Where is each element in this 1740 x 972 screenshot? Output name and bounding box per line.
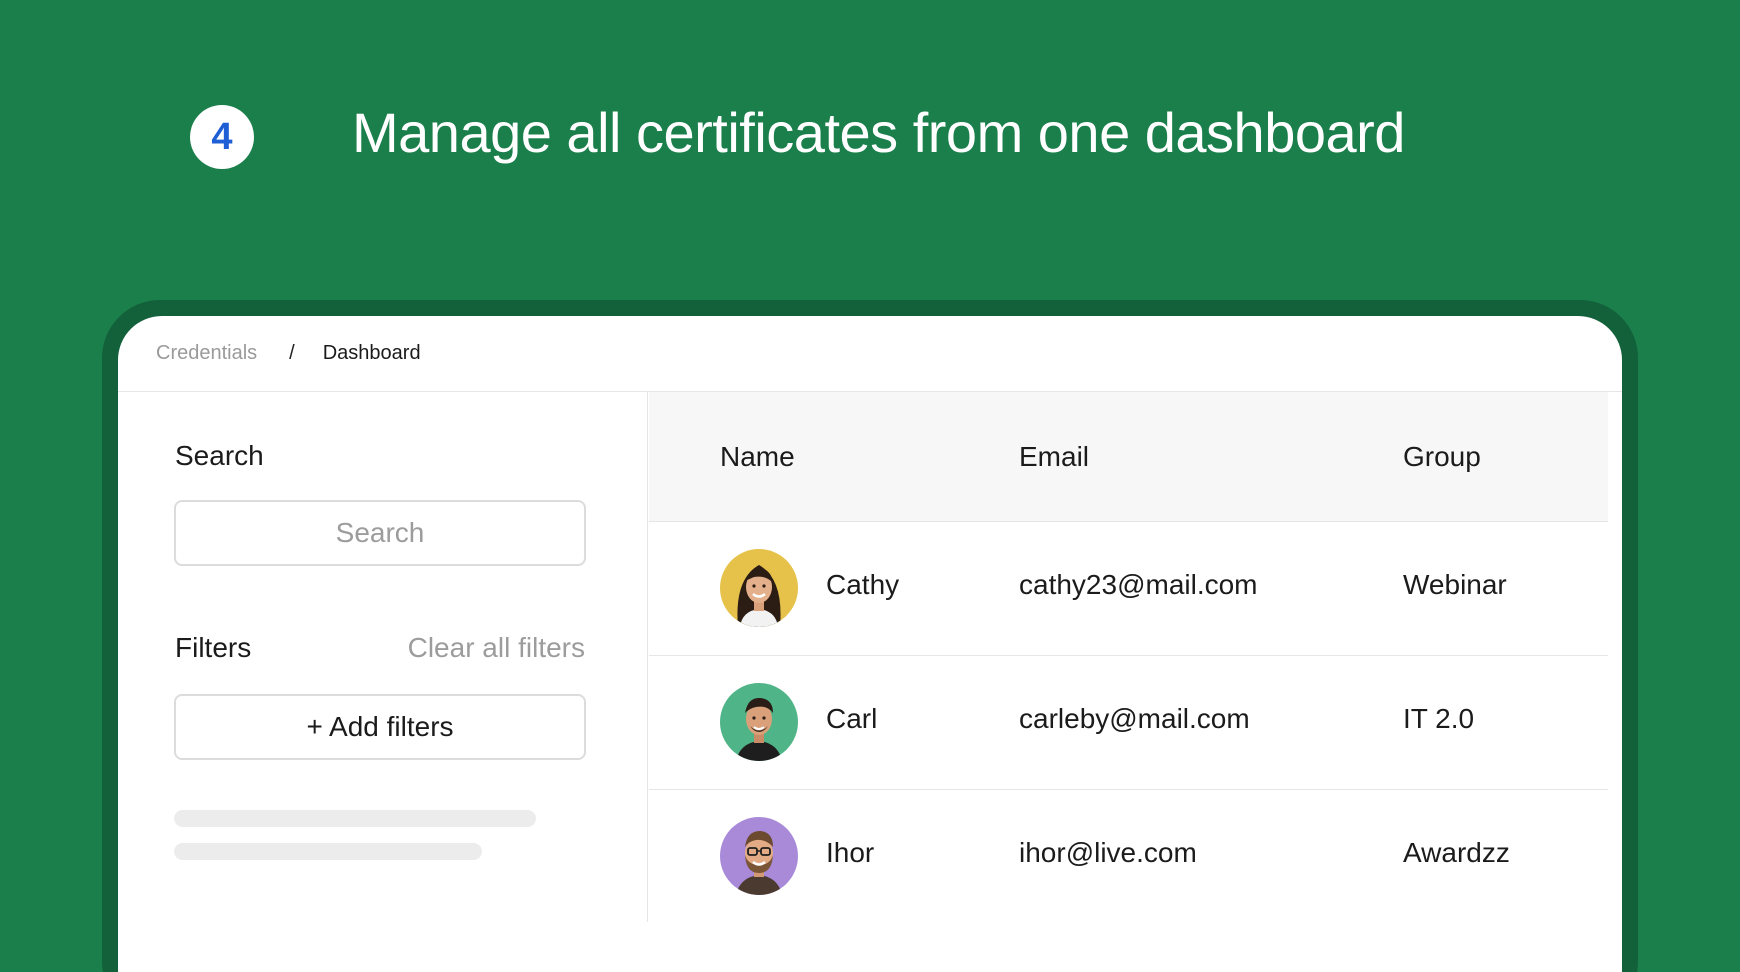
recipient-group: Webinar [1403, 569, 1507, 600]
recipient-name: Ihor [826, 837, 875, 868]
breadcrumb-separator: / [289, 342, 295, 364]
loading-placeholder-bar [174, 843, 482, 860]
recipients-table: Name Email Group Cathy cathy23@mail.com … [649, 392, 1608, 924]
column-header-email[interactable]: Email [1019, 441, 1089, 473]
column-header-name[interactable]: Name [720, 441, 795, 473]
dashboard-card: Credentials / Dashboard Search Filters C… [118, 316, 1622, 972]
breadcrumb: Credentials / Dashboard [156, 342, 421, 365]
bearded-man-portrait-icon [720, 817, 798, 895]
recipient-email: cathy23@mail.com [1019, 569, 1258, 600]
filter-sidebar: Search Filters Clear all filters + Add f… [118, 392, 648, 922]
table-row[interactable]: Ihor ihor@live.com Awardzz [649, 790, 1608, 924]
loading-placeholder-bar [174, 810, 536, 827]
avatar [720, 817, 798, 895]
recipient-name: Cathy [826, 569, 900, 600]
table-row[interactable]: Carl carleby@mail.com IT 2.0 [649, 656, 1608, 790]
filters-heading: Filters [175, 632, 252, 663]
man-portrait-icon [720, 683, 798, 761]
breadcrumb-credentials-link[interactable]: Credentials [156, 342, 257, 365]
column-header-group[interactable]: Group [1403, 441, 1481, 473]
breadcrumb-current-page: Dashboard [322, 342, 421, 364]
recipient-group: IT 2.0 [1403, 703, 1475, 734]
table-row[interactable]: Cathy cathy23@mail.com Webinar [649, 522, 1608, 656]
table-header: Name Email Group [649, 392, 1608, 522]
clear-all-filters-link[interactable]: Clear all filters [408, 632, 585, 664]
recipient-group: Awardzz [1403, 837, 1510, 868]
add-filters-label: + Add filters [306, 711, 454, 742]
search-input[interactable] [174, 500, 586, 566]
woman-portrait-icon [720, 549, 798, 627]
avatar [720, 549, 798, 627]
recipient-email: carleby@mail.com [1019, 703, 1250, 734]
search-heading: Search [175, 440, 264, 471]
recipient-name: Carl [826, 703, 878, 734]
page-headline: Manage all certificates from one dashboa… [352, 101, 1405, 164]
step-number-badge: 4 [190, 105, 254, 169]
avatar [720, 683, 798, 761]
recipient-email: ihor@live.com [1019, 837, 1197, 868]
add-filters-button[interactable]: + Add filters [174, 694, 586, 760]
